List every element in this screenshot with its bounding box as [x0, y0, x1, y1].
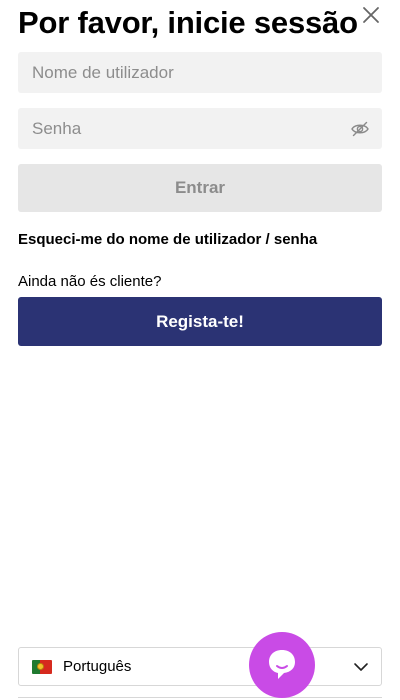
close-button[interactable] [360, 4, 382, 26]
login-button[interactable]: Entrar [18, 164, 382, 212]
chat-bubble-icon [269, 650, 295, 679]
chat-button[interactable] [249, 632, 315, 698]
register-button[interactable]: Regista-te! [18, 297, 382, 346]
username-input[interactable] [18, 52, 382, 93]
forgot-credentials-link[interactable]: Esqueci-me do nome de utilizador / senha [18, 231, 317, 248]
username-field [18, 52, 382, 93]
chevron-down-icon [354, 663, 368, 671]
login-page: Por favor, inicie sessão Entrar Esqueci-… [0, 0, 400, 700]
password-visibility-toggle[interactable] [350, 119, 370, 139]
eye-off-icon [351, 121, 369, 137]
page-title: Por favor, inicie sessão [18, 5, 358, 40]
password-input[interactable] [18, 108, 382, 149]
register-prompt: Ainda não és cliente? [18, 273, 162, 290]
language-selector[interactable]: Português [18, 647, 382, 686]
portugal-flag-icon [32, 660, 52, 674]
divider [18, 697, 382, 698]
password-field [18, 108, 382, 149]
close-icon [363, 7, 379, 23]
language-label: Português [63, 658, 132, 675]
